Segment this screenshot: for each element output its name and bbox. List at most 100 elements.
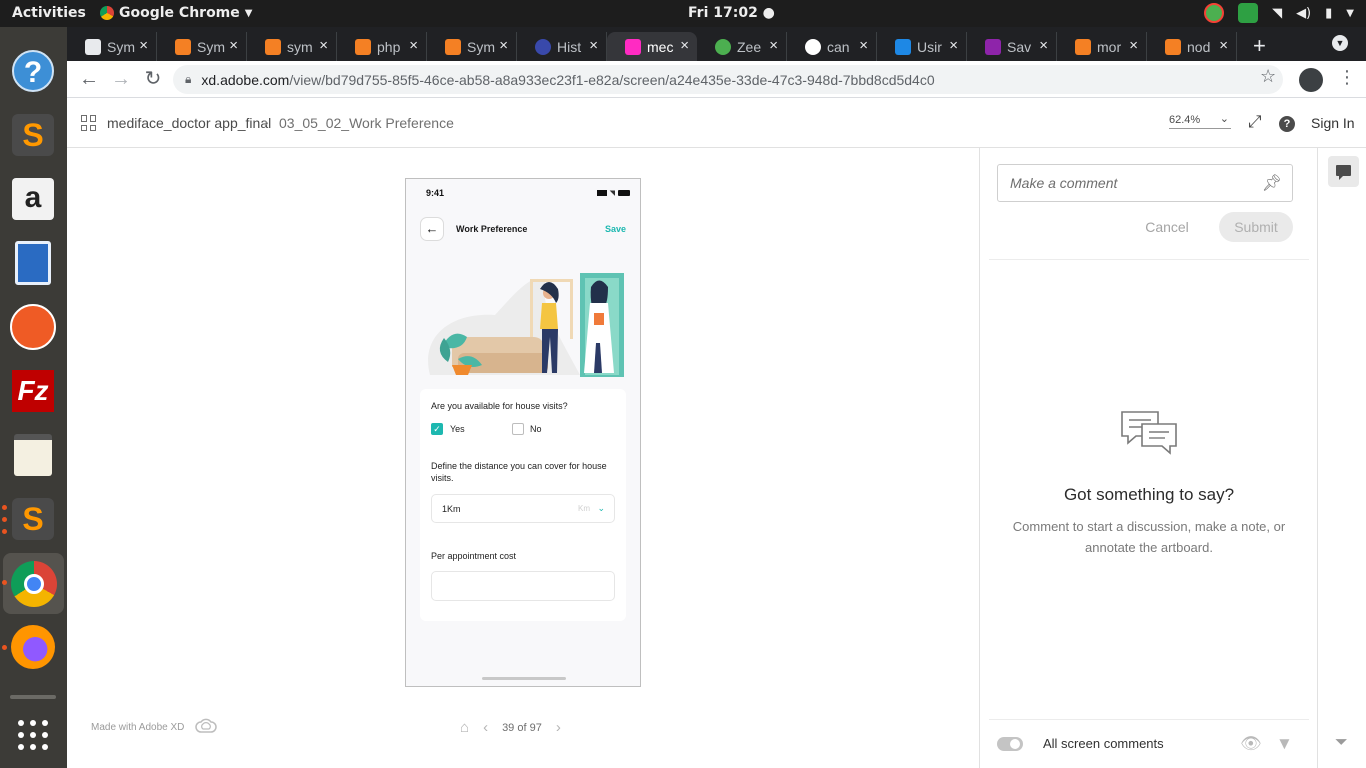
close-tab-icon[interactable]: × bbox=[680, 37, 689, 54]
chrome-remote-icon[interactable] bbox=[1204, 3, 1225, 23]
distance-unit: Km bbox=[578, 504, 590, 513]
previous-screen-icon[interactable]: ‹ bbox=[483, 719, 488, 736]
hide-comments-icon[interactable]: 👁︎ bbox=[1240, 734, 1262, 754]
writer-icon[interactable] bbox=[8, 238, 58, 288]
filter-icon[interactable]: ⏷ bbox=[1335, 734, 1348, 752]
no-label[interactable]: No bbox=[530, 424, 542, 434]
close-tab-icon[interactable]: × bbox=[139, 37, 148, 54]
browser-tab[interactable]: mec × bbox=[607, 32, 697, 61]
no-checkbox[interactable] bbox=[512, 423, 524, 435]
close-tab-icon[interactable]: × bbox=[859, 37, 868, 54]
yes-checkbox[interactable]: ✓ bbox=[431, 423, 443, 435]
close-tab-icon[interactable]: × bbox=[409, 37, 418, 54]
home-icon[interactable]: ⌂ bbox=[460, 719, 469, 736]
activities-button[interactable]: Activities bbox=[12, 5, 86, 21]
close-tab-icon[interactable]: × bbox=[229, 37, 238, 54]
close-tab-icon[interactable]: × bbox=[319, 37, 328, 54]
browser-tab[interactable]: mor × bbox=[1057, 32, 1147, 61]
breadcrumb-project[interactable]: mediface_doctor app_final bbox=[107, 115, 271, 131]
sublime-text-icon[interactable]: S bbox=[8, 110, 58, 160]
browser-tab[interactable]: nod × bbox=[1147, 32, 1237, 61]
close-tab-icon[interactable]: × bbox=[1039, 37, 1048, 54]
comment-box[interactable]: 📌︎ bbox=[997, 164, 1293, 202]
amazon-icon[interactable]: a bbox=[8, 174, 58, 224]
filter-icon[interactable]: ▼ bbox=[1276, 734, 1293, 754]
browser-tab[interactable]: Sav × bbox=[967, 32, 1057, 61]
artboard[interactable]: 9:41 ◥ ← Work Preference Save Are you av… bbox=[405, 178, 641, 687]
reload-icon[interactable]: ↻ bbox=[141, 67, 165, 91]
new-tab-button[interactable]: + bbox=[1253, 33, 1266, 59]
comments-toggle-button[interactable] bbox=[1328, 156, 1359, 187]
browser-tab[interactable]: Usir × bbox=[877, 32, 967, 61]
zeebe-icon bbox=[715, 38, 731, 55]
close-tab-icon[interactable]: × bbox=[1219, 37, 1228, 54]
back-arrow-icon[interactable]: ← bbox=[77, 67, 101, 91]
submit-button[interactable]: Submit bbox=[1219, 212, 1293, 242]
lock-icon[interactable]: 🔒︎ bbox=[185, 72, 191, 87]
all-screen-comments-toggle[interactable] bbox=[997, 737, 1023, 751]
dock: ? S a Fz S bbox=[0, 27, 67, 768]
sublime-text-icon[interactable]: S bbox=[8, 494, 58, 544]
cancel-button[interactable]: Cancel bbox=[1140, 212, 1194, 242]
cost-input[interactable] bbox=[431, 571, 615, 601]
back-button[interactable]: ← bbox=[420, 217, 444, 241]
show-apps-icon[interactable] bbox=[8, 710, 58, 760]
distance-select[interactable]: 1Km Km ⌄ bbox=[431, 494, 615, 523]
adobe-xd-icon bbox=[625, 38, 641, 55]
forward-arrow-icon[interactable]: → bbox=[109, 67, 133, 91]
fullscreen-icon[interactable]: ⤢ bbox=[1248, 112, 1262, 132]
comment-bubbles-icon bbox=[1121, 411, 1177, 455]
breadcrumb-screen: 03_05_02_Work Preference bbox=[279, 115, 454, 131]
running-indicator bbox=[2, 580, 7, 585]
browser-tab[interactable]: Sym × bbox=[427, 32, 517, 61]
browser-tab[interactable]: Zee × bbox=[697, 32, 787, 61]
text-editor-icon[interactable] bbox=[8, 430, 58, 480]
browser-tab[interactable]: can × bbox=[787, 32, 877, 61]
grid-view-icon[interactable] bbox=[81, 115, 97, 131]
google-icon bbox=[805, 38, 821, 55]
browser-tab[interactable]: php × bbox=[337, 32, 427, 61]
empty-state-title: Got something to say? bbox=[1063, 485, 1235, 504]
browser-tab[interactable]: Hist × bbox=[517, 32, 607, 61]
battery-icon[interactable]: ▮ bbox=[1325, 6, 1332, 21]
browser-tab[interactable]: Sym × bbox=[67, 32, 157, 61]
running-indicator bbox=[2, 529, 7, 534]
help-icon[interactable]: ? bbox=[8, 46, 58, 96]
app-menu[interactable]: Google Chrome ▼ bbox=[100, 5, 252, 21]
tab-search-icon[interactable]: ▼ bbox=[1332, 35, 1348, 51]
volume-icon[interactable]: ◀) bbox=[1296, 6, 1311, 21]
help-icon[interactable]: ? bbox=[1279, 112, 1295, 132]
close-tab-icon[interactable]: × bbox=[769, 37, 778, 54]
chevron-down-icon[interactable]: ▼ bbox=[1346, 8, 1354, 19]
chrome-icon[interactable] bbox=[3, 553, 64, 614]
close-tab-icon[interactable]: × bbox=[589, 37, 598, 54]
postman-icon[interactable] bbox=[8, 302, 58, 352]
profile-avatar-icon[interactable] bbox=[1299, 68, 1323, 92]
app-menu-label: Google Chrome bbox=[119, 5, 240, 21]
stackoverflow-icon bbox=[1075, 38, 1091, 55]
close-tab-icon[interactable]: × bbox=[499, 37, 508, 54]
comment-input[interactable] bbox=[998, 165, 1258, 201]
browser-menu-icon[interactable]: ⋮ bbox=[1338, 67, 1356, 88]
wifi-icon[interactable]: ◥ bbox=[1272, 6, 1282, 21]
firefox-icon[interactable] bbox=[8, 622, 58, 672]
yes-label[interactable]: Yes bbox=[450, 424, 465, 434]
sign-in-link[interactable]: Sign In bbox=[1311, 115, 1355, 131]
pin-icon[interactable]: 📌︎ bbox=[1262, 173, 1282, 193]
filezilla-icon[interactable]: Fz bbox=[8, 366, 58, 416]
close-tab-icon[interactable]: × bbox=[1129, 37, 1138, 54]
bookmark-star-icon[interactable]: ☆ bbox=[1260, 66, 1276, 87]
close-tab-icon[interactable]: × bbox=[949, 37, 958, 54]
question-distance: Define the distance you can cover for ho… bbox=[431, 461, 607, 483]
update-check-icon[interactable] bbox=[1238, 3, 1259, 23]
system-tray[interactable]: ◥ ◀) ▮ ▼ bbox=[1204, 3, 1354, 23]
save-button[interactable]: Save bbox=[605, 224, 626, 234]
address-bar[interactable]: 🔒︎ xd.adobe.com/view/bd79d755-85f5-46ce-… bbox=[173, 65, 1283, 94]
browser-tab[interactable]: Sym × bbox=[157, 32, 247, 61]
clock[interactable]: Fri 17:02 ● bbox=[688, 5, 775, 21]
home-indicator bbox=[482, 677, 566, 680]
zoom-select[interactable]: 62.4% ⌄ bbox=[1169, 113, 1231, 129]
next-screen-icon[interactable]: › bbox=[556, 719, 561, 736]
tab-title: nod bbox=[1187, 38, 1211, 55]
browser-tab[interactable]: sym × bbox=[247, 32, 337, 61]
